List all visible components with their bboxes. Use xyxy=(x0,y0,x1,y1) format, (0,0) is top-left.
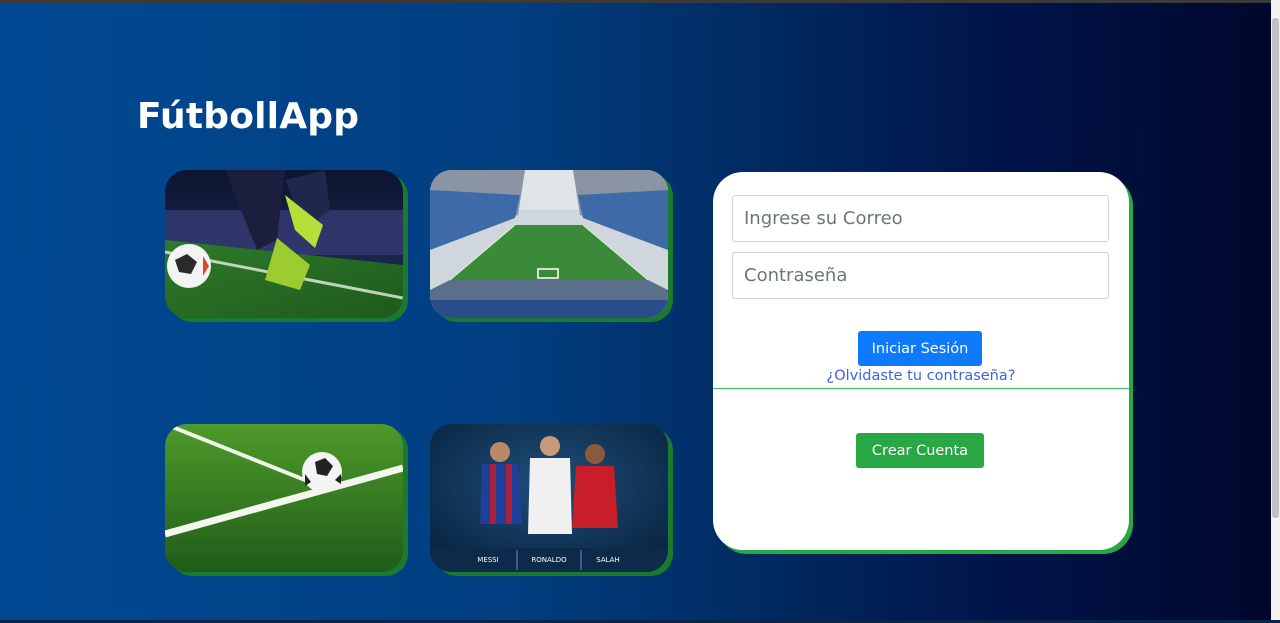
vertical-scrollbar[interactable] xyxy=(1271,0,1280,623)
players-poster-photo: MESSI RONALDO SALAH xyxy=(430,424,668,572)
stadium-photo xyxy=(430,170,668,318)
forgot-password-link[interactable]: ¿Olvidaste tu contraseña? xyxy=(713,368,1129,384)
poster-label-salah: SALAH xyxy=(596,556,619,564)
poster-label-messi: MESSI xyxy=(477,556,498,564)
window-top-border xyxy=(0,0,1280,3)
player-kicking-ball-photo xyxy=(165,170,403,318)
scrollbar-thumb[interactable] xyxy=(1272,18,1279,518)
card-divider xyxy=(713,388,1129,389)
password-field[interactable] xyxy=(732,252,1109,299)
login-button[interactable]: Iniciar Sesión xyxy=(858,331,982,366)
ball-on-pitch-photo xyxy=(165,424,403,572)
email-field[interactable] xyxy=(732,195,1109,242)
login-card: Iniciar Sesión ¿Olvidaste tu contraseña?… xyxy=(713,172,1129,550)
poster-label-ronaldo: RONALDO xyxy=(531,556,567,564)
app-title: FútbollApp xyxy=(137,96,360,137)
create-account-button[interactable]: Crear Cuenta xyxy=(856,433,984,468)
